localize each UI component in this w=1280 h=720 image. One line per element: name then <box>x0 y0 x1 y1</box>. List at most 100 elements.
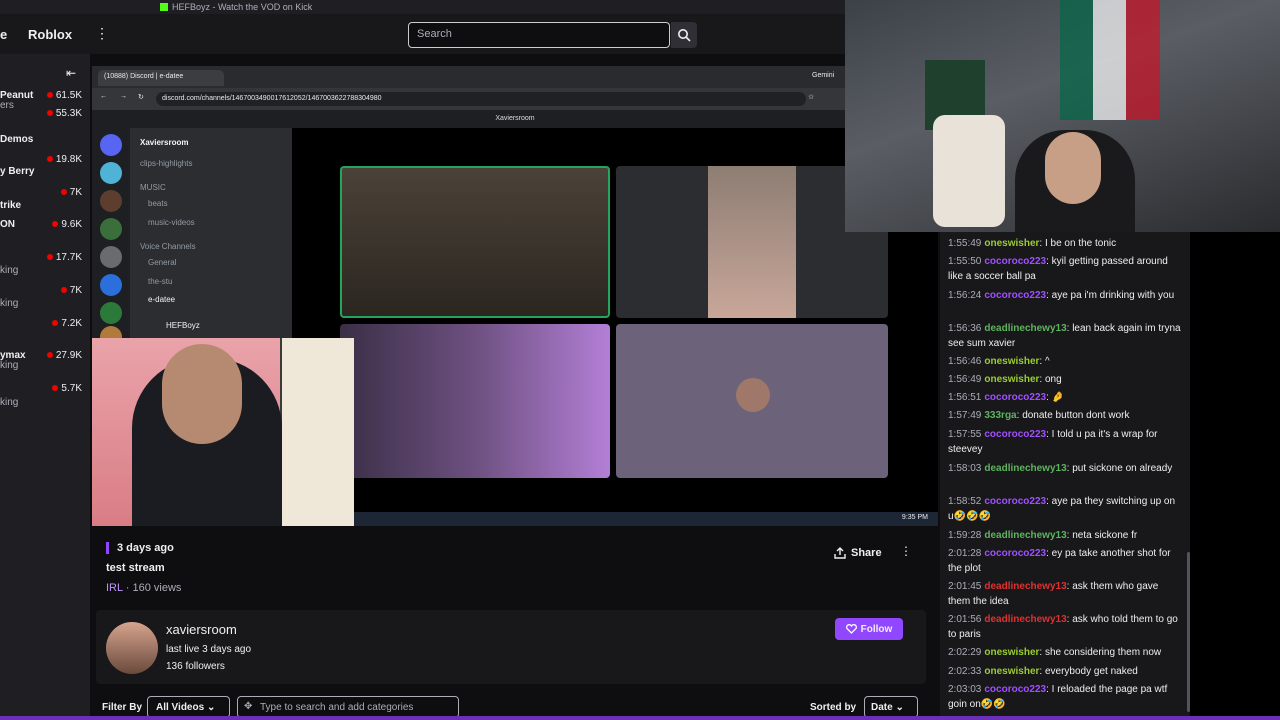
gamepad-icon: ✥ <box>244 701 253 712</box>
browser-tab[interactable]: (10888) Discord | e-datee <box>98 70 224 86</box>
voice-channel[interactable]: the-stu <box>148 277 172 286</box>
sidebar-viewer-count: 61.5K <box>47 90 82 101</box>
video-type-select[interactable]: All Videos ⌄ <box>147 696 230 718</box>
chat-message: 2:01:28 cocoroco223: ey pa take another s… <box>948 546 1182 576</box>
chat-text: 🤌 <box>1051 392 1065 403</box>
sidebar-channel-name: ON <box>0 219 15 230</box>
video-more-icon[interactable]: ⋮ <box>900 544 912 558</box>
chat-username[interactable]: 333rga <box>984 410 1016 421</box>
chat-timestamp: 1:58:52 <box>948 496 982 507</box>
category-search-input[interactable]: ✥ Type to search and add categories <box>237 696 459 718</box>
channel-item[interactable]: music-videos <box>148 218 195 227</box>
chat-username[interactable]: cocoroco223 <box>984 392 1046 403</box>
chat-username[interactable]: deadlinechewy13 <box>984 530 1066 541</box>
video-player[interactable]: (10888) Discord | e-datee Gemini ← → ↻ d… <box>92 66 938 526</box>
shoji-panel <box>280 338 354 526</box>
voice-member[interactable]: HEFBoyz <box>166 321 200 330</box>
more-icon[interactable]: ⋮ <box>95 25 109 42</box>
follower-count: 136 followers <box>166 661 225 672</box>
chat-message: 2:02:29 oneswisher: she considering them … <box>948 645 1182 660</box>
voice-channel-active[interactable]: e-datee <box>148 295 175 304</box>
channel-card: xaviersroom last live 3 days ago 136 fol… <box>96 610 926 684</box>
back-icon[interactable]: ← <box>100 93 107 100</box>
chat-timestamp: 2:02:29 <box>948 647 982 658</box>
chat-message: 2:01:45 deadlinechewy13: ask them who gav… <box>948 579 1182 609</box>
chat-text: donate button dont work <box>1022 410 1130 421</box>
nav-category-link[interactable]: Roblox <box>28 27 72 42</box>
windows-taskbar: 9:35 PM <box>354 512 938 526</box>
channel-category[interactable]: Voice Channels <box>140 242 196 251</box>
server-name[interactable]: Xaviersroom <box>140 138 188 147</box>
channel-item[interactable]: clips-highlights <box>140 159 192 168</box>
server-icon[interactable] <box>100 302 122 324</box>
chat-message: 2:02:33 oneswisher: everybody get naked <box>948 664 1182 679</box>
filter-value: All Videos <box>156 702 205 713</box>
gemini-button[interactable]: Gemini <box>812 72 834 79</box>
chat-message: 1:56:36 deadlinechewy13: lean back again … <box>948 321 1182 351</box>
follow-button[interactable]: Follow <box>835 618 903 640</box>
voice-channel[interactable]: General <box>148 258 176 267</box>
forward-icon[interactable]: → <box>120 93 127 100</box>
server-icon[interactable] <box>100 162 122 184</box>
chat-username[interactable]: cocoroco223 <box>984 548 1046 559</box>
collapse-sidebar-icon[interactable]: ⇤ <box>66 66 76 80</box>
chat-username[interactable]: deadlinechewy13 <box>984 614 1066 625</box>
chat-username[interactable]: cocoroco223 <box>984 429 1046 440</box>
chat-text: I be on the tonic <box>1044 238 1117 249</box>
avatar[interactable] <box>106 622 158 674</box>
taskbar-clock: 9:35 PM <box>901 514 928 521</box>
chevron-down-icon: ⌄ <box>895 702 904 713</box>
channel-category[interactable]: MUSIC <box>140 183 166 192</box>
sidebar-channel-name: Demos <box>0 134 34 145</box>
chat-timestamp: 1:57:49 <box>948 410 982 421</box>
nav-edge-text[interactable]: e <box>0 27 7 42</box>
search-input[interactable]: Search <box>408 22 670 48</box>
chat-message: 1:57:55 cocoroco223: I told u pa it's a w… <box>948 427 1182 457</box>
chat-username[interactable]: deadlinechewy13 <box>984 323 1066 334</box>
bookmark-star-icon[interactable]: ☆ <box>808 93 814 101</box>
video-tile[interactable] <box>340 166 610 318</box>
server-icon[interactable] <box>100 246 122 268</box>
sidebar-channel-category: king <box>0 265 19 276</box>
chat-username[interactable]: cocoroco223 <box>984 684 1046 695</box>
sort-select[interactable]: Date ⌄ <box>864 696 918 718</box>
sidebar: ⇤ Peanut ers 61.5K 55.3K Demos 19.8K y Berry 7K… <box>0 54 90 720</box>
chat-username[interactable]: deadlinechewy13 <box>984 581 1066 592</box>
server-icon[interactable] <box>100 274 122 296</box>
category-link[interactable]: IRL <box>106 582 123 594</box>
channel-name[interactable]: xaviersroom <box>166 622 237 637</box>
video-tile[interactable] <box>616 324 888 478</box>
kick-tab-title: HEFBoyz - Watch the VOD on Kick <box>172 2 313 12</box>
chat-timestamp: 1:55:50 <box>948 256 982 267</box>
reload-icon[interactable]: ↻ <box>138 93 144 101</box>
url-field[interactable]: discord.com/channels/1467003490017612052… <box>156 92 806 106</box>
chat-username[interactable]: oneswisher <box>984 238 1039 249</box>
chat-username[interactable]: cocoroco223 <box>984 256 1046 267</box>
chat-username[interactable]: oneswisher <box>984 647 1039 658</box>
chat-username[interactable]: cocoroco223 <box>984 290 1046 301</box>
kick-tab[interactable]: HEFBoyz - Watch the VOD on Kick <box>160 2 312 12</box>
server-icon[interactable] <box>100 190 122 212</box>
sorted-by-label: Sorted by <box>810 702 857 713</box>
chat-username[interactable]: oneswisher <box>984 666 1039 677</box>
chat-text: ong <box>1044 374 1062 385</box>
search-button[interactable] <box>671 22 697 48</box>
guest-facecam <box>92 338 354 526</box>
category-search-placeholder: Type to search and add categories <box>260 702 414 713</box>
share-button[interactable]: Share <box>830 542 892 564</box>
server-icon[interactable] <box>100 134 122 156</box>
chat-username[interactable]: deadlinechewy13 <box>984 463 1066 474</box>
server-icon[interactable] <box>100 218 122 240</box>
sort-value: Date <box>871 702 893 713</box>
channel-item[interactable]: beats <box>148 199 168 208</box>
streamer-webcam <box>845 0 1280 232</box>
browser-tab-bar: (10888) Discord | e-datee Gemini <box>92 66 938 88</box>
right-margin <box>1190 232 1280 720</box>
video-tile[interactable] <box>340 324 610 478</box>
chat-timestamp: 2:01:45 <box>948 581 982 592</box>
chat-username[interactable]: cocoroco223 <box>984 496 1046 507</box>
sidebar-viewer-count: 55.3K <box>47 108 82 119</box>
chat-username[interactable]: oneswisher <box>984 374 1039 385</box>
chevron-down-icon: ⌄ <box>206 702 216 713</box>
chat-username[interactable]: oneswisher <box>984 356 1039 367</box>
